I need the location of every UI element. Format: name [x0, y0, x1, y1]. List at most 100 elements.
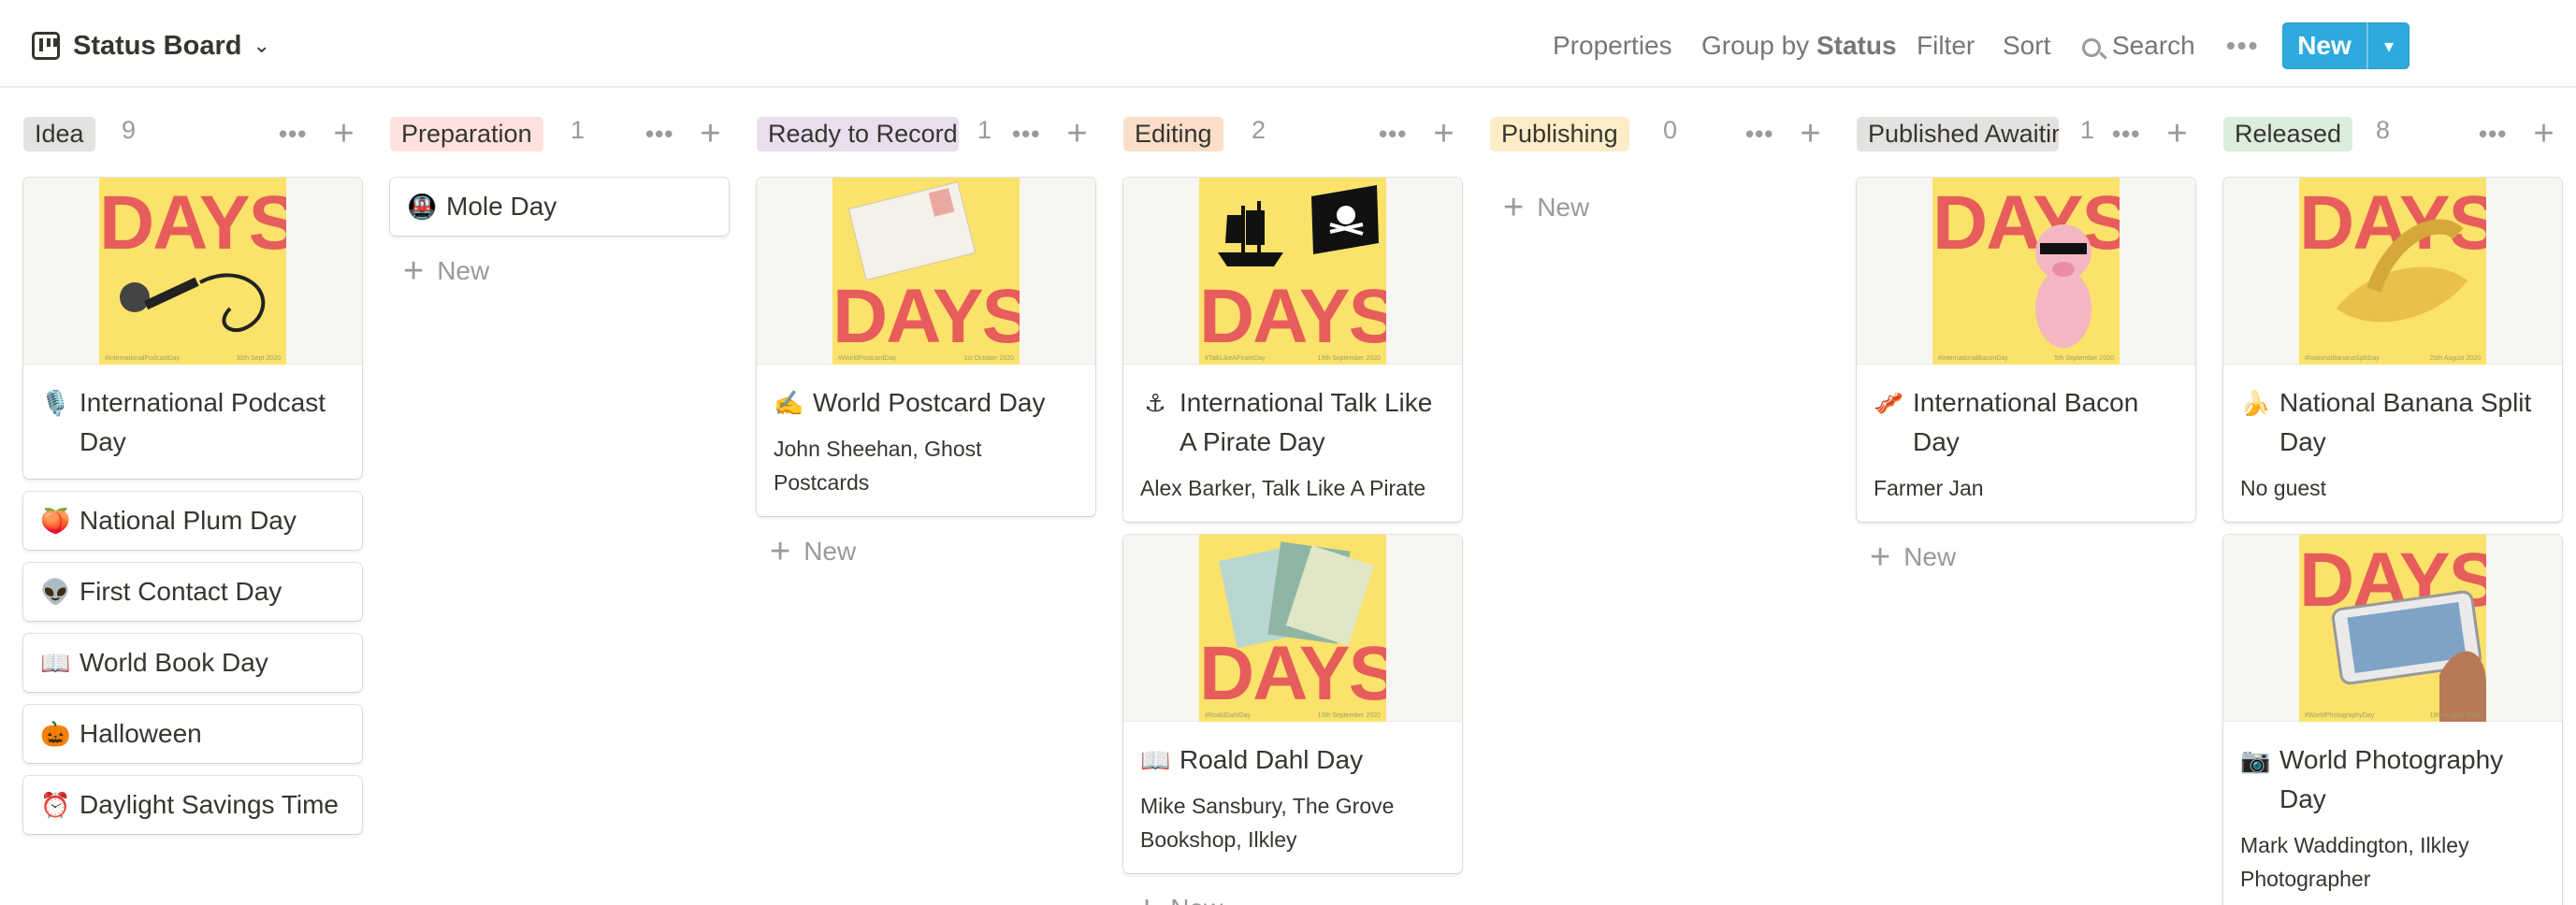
card-emoji-icon: 📷 — [2240, 746, 2271, 774]
board-card[interactable]: DAYS #InternationalPodcastDay 30th Sept 20… — [23, 178, 362, 479]
add-card-button[interactable]: + New — [1870, 537, 1956, 577]
card-cover: DAYS #TalkLikeAPirateDay 19th September 20… — [1123, 178, 1462, 365]
poster-date: 19th August 2020 — [2429, 712, 2482, 719]
column-header-publishing[interactable]: Publishing — [1490, 114, 1629, 153]
card-title-text: Roald Dahl Day — [1179, 745, 1364, 774]
card-emoji-icon: 👽 — [40, 578, 71, 606]
column-header-released[interactable]: Released — [2223, 114, 2353, 153]
group-by-button[interactable]: Group by Status — [1701, 24, 1897, 67]
card-title-text: Mole Day — [446, 192, 557, 221]
card-title: 👽 First Contact Day — [23, 563, 362, 621]
card-title-text: International Podcast Day — [80, 388, 326, 456]
column-actions: ••• + — [279, 114, 355, 153]
column-add-icon[interactable]: + — [2166, 116, 2187, 151]
column-more-icon[interactable]: ••• — [279, 120, 307, 149]
column-more-icon[interactable]: ••• — [1745, 120, 1773, 149]
column-more-icon[interactable]: ••• — [645, 120, 673, 149]
poster-footer: #RoaldDahlDay 13th September 2020 — [1205, 712, 1381, 719]
status-tag: Publishing — [1490, 116, 1629, 151]
add-card-button[interactable]: + New — [1136, 889, 1223, 905]
card-title: ✍️ World Postcard Day — [757, 365, 1095, 423]
column-actions: ••• + — [645, 114, 721, 153]
column-actions: ••• + — [1012, 114, 1088, 153]
properties-button[interactable]: Properties — [1553, 24, 1672, 67]
column-more-icon[interactable]: ••• — [2112, 120, 2140, 149]
search-button[interactable]: Search — [2082, 24, 2195, 67]
board-card[interactable]: DAYS #InternationalBaconDay 5th September … — [1857, 178, 2195, 522]
column-actions: ••• + — [2479, 114, 2554, 153]
poster-image: DAYS #RoaldDahlDay 13th September 2020 — [1199, 535, 1386, 722]
board-card[interactable]: DAYS #RoaldDahlDay 13th September 2020 📖 Roa… — [1123, 535, 1462, 873]
poster-hashtag: #RoaldDahlDay — [1205, 712, 1252, 719]
poster-hashtag: #TalkLikeAPirateDay — [1205, 355, 1266, 362]
card-emoji-icon: 🥓 — [1874, 389, 1904, 417]
poster-footer: #WorldPhotographyDay 19th August 2020 — [2305, 712, 2481, 719]
board-card[interactable]: DAYS #NationalBananaSplitDay 25th August 2… — [2223, 178, 2562, 522]
poster-illustration — [2331, 590, 2486, 722]
poster-date: 13th September 2020 — [1317, 712, 1381, 719]
plus-icon: + — [1870, 537, 1891, 577]
board-card[interactable]: 🎃 Halloween — [23, 705, 362, 763]
view-switcher[interactable]: Status Board ⌄ — [32, 24, 270, 67]
column-add-icon[interactable]: + — [1066, 116, 1087, 151]
card-emoji-icon: ⚓ — [1144, 389, 1166, 417]
status-tag: Ready to Record — [757, 116, 959, 151]
column-add-icon[interactable]: + — [1433, 116, 1454, 151]
column-more-icon[interactable]: ••• — [2479, 120, 2507, 149]
card-emoji-icon: 📖 — [1140, 746, 1171, 774]
column-more-icon[interactable]: ••• — [1012, 120, 1040, 149]
card-title-text: National Plum Day — [80, 506, 297, 535]
poster-illustration — [2035, 224, 2091, 348]
new-dropdown-chevron-icon[interactable]: ▾ — [2366, 22, 2410, 69]
add-card-button[interactable]: + New — [1503, 188, 1589, 227]
column-add-icon[interactable]: + — [2533, 116, 2554, 151]
column-header-idea[interactable]: Idea — [23, 114, 95, 153]
column-header-ready-to-record[interactable]: Ready to Record — [757, 114, 959, 153]
column-header-published-awaiting[interactable]: Published Awaiting — [1857, 114, 2059, 153]
new-button[interactable]: New ▾ — [2282, 22, 2410, 69]
card-emoji-icon: 🚇 — [407, 193, 438, 221]
card-title: 🎃 Halloween — [23, 705, 362, 763]
plus-icon: + — [1136, 889, 1157, 905]
card-cover: DAYS #InternationalBaconDay 5th September … — [1857, 178, 2195, 365]
column-add-icon[interactable]: + — [333, 116, 354, 151]
column-add-icon[interactable]: + — [1800, 116, 1820, 151]
card-cover: DAYS #WorldPostcardDay 1st October 2020 — [757, 178, 1095, 365]
card-emoji-icon: 🎃 — [40, 720, 71, 748]
poster-image: DAYS #InternationalPodcastDay 30th Sept 20… — [99, 178, 286, 365]
add-card-button[interactable]: + New — [403, 251, 490, 291]
board-card[interactable]: ⏰ Daylight Savings Time — [23, 776, 362, 834]
card-title: 📖 Roald Dahl Day — [1123, 722, 1462, 780]
card-cover: DAYS #NationalBananaSplitDay 25th August 2… — [2223, 178, 2562, 365]
column-header-editing[interactable]: Editing — [1123, 114, 1223, 153]
card-title-text: International Talk Like A Pirate Day — [1179, 388, 1433, 456]
card-emoji-icon: 🍑 — [40, 507, 71, 535]
column-count: 1 — [977, 116, 992, 144]
poster-illustration — [1218, 541, 1375, 649]
filter-button[interactable]: Filter — [1917, 24, 1975, 67]
board-card[interactable]: 🍑 National Plum Day — [23, 492, 362, 550]
column-more-icon[interactable]: ••• — [1379, 120, 1407, 149]
column-count: 1 — [2080, 116, 2095, 144]
board-card[interactable]: DAYS #WorldPostcardDay 1st October 2020 ✍️ W… — [757, 178, 1095, 516]
board-card[interactable]: 👽 First Contact Day — [23, 563, 362, 621]
add-card-label: New — [437, 256, 490, 285]
poster-image: DAYS #TalkLikeAPirateDay 19th September 20… — [1199, 178, 1386, 365]
card-emoji-icon: 🎙️ — [40, 389, 71, 417]
column-count: 9 — [122, 116, 137, 144]
board-card[interactable]: DAYS #WorldPhotographyDay 19th August 2020… — [2223, 535, 2562, 905]
card-guest: John Sheehan, Ghost Postcards — [774, 437, 982, 495]
add-card-button[interactable]: + New — [770, 532, 856, 571]
column-add-icon[interactable]: + — [700, 116, 720, 151]
card-title-text: National Banana Split Day — [2279, 388, 2532, 456]
board-card[interactable]: 📖 World Book Day — [23, 634, 362, 692]
card-title-text: World Photography Day — [2279, 745, 2504, 813]
sort-button[interactable]: Sort — [2003, 24, 2050, 67]
column-actions: ••• + — [1745, 114, 1821, 153]
board-card[interactable]: 🚇 Mole Day — [390, 178, 729, 236]
column-header-preparation[interactable]: Preparation — [390, 114, 543, 153]
poster-date: 1st October 2020 — [963, 355, 1014, 362]
more-options-button[interactable]: ••• — [2226, 24, 2259, 67]
board-icon — [32, 32, 60, 60]
board-card[interactable]: DAYS #TalkLikeAPirateDay 19th September 20… — [1123, 178, 1462, 522]
